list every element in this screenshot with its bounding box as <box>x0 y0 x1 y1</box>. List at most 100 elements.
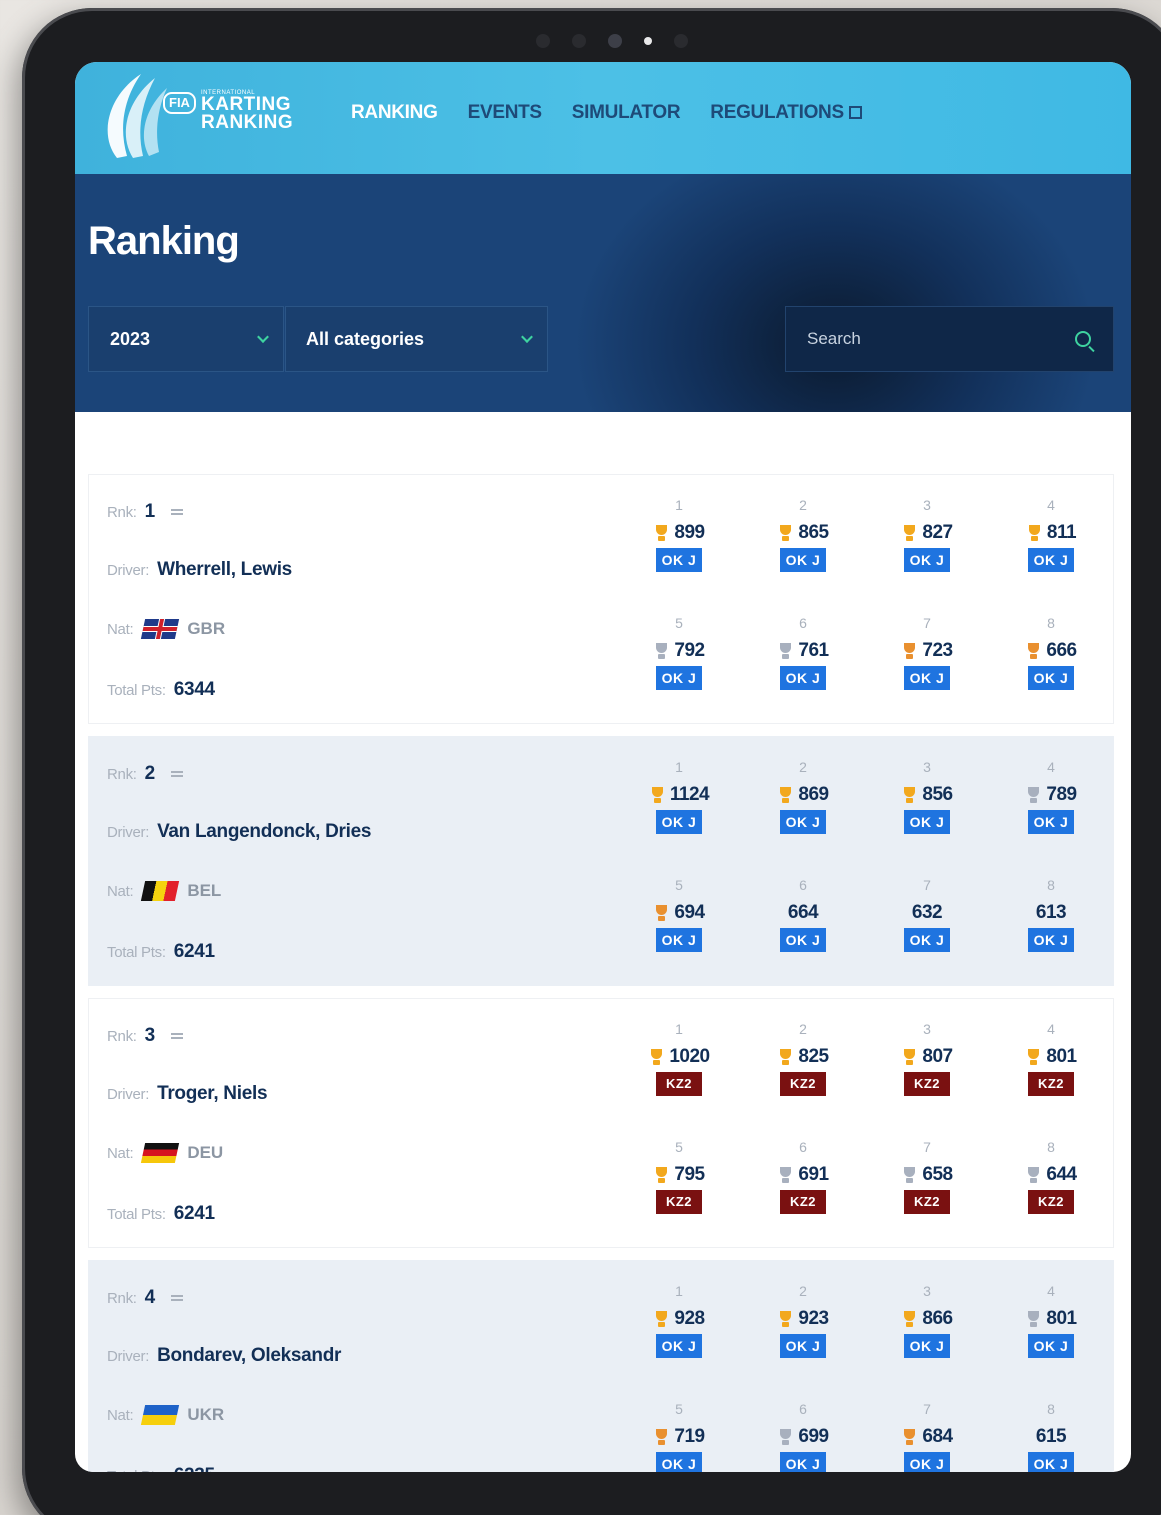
trophy-gold-icon <box>901 1048 918 1066</box>
result-points-value: 923 <box>798 1308 829 1329</box>
driver-card[interactable]: Rnk: 2 Driver: Van Langendonck, Dries Na… <box>88 736 1114 986</box>
trophy-gold-icon <box>901 1310 918 1328</box>
logo-line-ranking: RANKING <box>201 112 294 133</box>
search-input[interactable]: Search <box>785 306 1114 372</box>
trophy-silver-icon <box>1025 1166 1042 1184</box>
result-cell[interactable]: 3 807 KZ2 <box>865 1021 989 1115</box>
result-cell[interactable]: 6 664 OK J <box>741 877 865 971</box>
category-badge: OK J <box>656 928 702 952</box>
result-cell[interactable]: 3 856 OK J <box>865 759 989 853</box>
driver-card[interactable]: Rnk: 1 Driver: Wherrell, Lewis Nat: GBR … <box>88 474 1114 724</box>
category-select[interactable]: All categories <box>285 306 548 372</box>
result-cell[interactable]: 7 658 KZ2 <box>865 1139 989 1233</box>
nationality-code: BEL <box>187 881 222 900</box>
result-cell[interactable]: 7 632 OK J <box>865 877 989 971</box>
result-cell[interactable]: 1 899 OK J <box>617 497 741 591</box>
result-cell[interactable]: 6 699 OK J <box>741 1401 865 1472</box>
result-points-value: 1020 <box>669 1046 710 1067</box>
result-cell[interactable]: 5 694 OK J <box>617 877 741 971</box>
nationality-label: Nat: <box>107 882 134 900</box>
category-badge: OK J <box>904 666 950 690</box>
driver-name[interactable]: Bondarev, Oleksandr <box>157 1345 341 1367</box>
driver-card[interactable]: Rnk: 3 Driver: Troger, Niels Nat: DEU To… <box>88 998 1114 1248</box>
trophy-gold-icon <box>648 1048 665 1066</box>
result-cell[interactable]: 5 795 KZ2 <box>617 1139 741 1233</box>
nav-regulations[interactable]: REGULATIONS <box>710 102 862 124</box>
result-cell[interactable]: 8 613 OK J <box>989 877 1113 971</box>
result-cell[interactable]: 8 666 OK J <box>989 615 1113 709</box>
trophy-gold-icon <box>901 786 918 804</box>
result-cell[interactable]: 4 801 OK J <box>989 1283 1113 1377</box>
result-cell[interactable]: 2 923 OK J <box>741 1283 865 1377</box>
nav-events[interactable]: EVENTS <box>468 102 543 124</box>
result-index: 6 <box>799 615 807 631</box>
result-points: 691 <box>777 1163 829 1187</box>
result-cell[interactable]: 6 761 OK J <box>741 615 865 709</box>
total-points-value: 6235 <box>174 1465 215 1472</box>
result-cell[interactable]: 1 1124 OK J <box>617 759 741 853</box>
result-cell[interactable]: 4 801 KZ2 <box>989 1021 1113 1115</box>
nationality-row: Nat: BEL <box>107 881 221 901</box>
result-cell[interactable]: 2 869 OK J <box>741 759 865 853</box>
result-index: 7 <box>923 877 931 893</box>
result-points-value: 856 <box>922 784 953 805</box>
driver-label: Driver: <box>107 561 150 579</box>
trophy-gold-icon <box>649 786 666 804</box>
result-points: 928 <box>653 1307 705 1331</box>
sensor-icon <box>536 34 550 48</box>
result-cell[interactable]: 4 811 OK J <box>989 497 1113 591</box>
result-points-value: 666 <box>1046 640 1077 661</box>
driver-card[interactable]: Rnk: 4 Driver: Bondarev, Oleksandr Nat: … <box>88 1260 1114 1472</box>
position-unchanged-icon <box>170 509 183 515</box>
result-cell[interactable]: 8 644 KZ2 <box>989 1139 1113 1233</box>
result-cell[interactable]: 1 1020 KZ2 <box>617 1021 741 1115</box>
rank-value: 3 <box>144 1025 156 1046</box>
result-points-value: 761 <box>798 640 829 661</box>
result-index: 8 <box>1047 615 1055 631</box>
result-points-value: 899 <box>674 522 705 543</box>
nav-ranking[interactable]: RANKING <box>351 102 438 124</box>
result-cell[interactable]: 4 789 OK J <box>989 759 1113 853</box>
result-points: 801 <box>1025 1045 1077 1069</box>
result-index: 4 <box>1047 497 1055 513</box>
result-points-value: 866 <box>922 1308 953 1329</box>
total-points-row: Total Pts: 6344 <box>107 679 215 701</box>
result-points: 644 <box>1025 1163 1077 1187</box>
result-cell[interactable]: 5 792 OK J <box>617 615 741 709</box>
search-icon[interactable] <box>1075 331 1091 347</box>
result-cell[interactable]: 3 827 OK J <box>865 497 989 591</box>
category-badge: OK J <box>904 1452 950 1472</box>
category-badge: OK J <box>1028 666 1074 690</box>
total-points-row: Total Pts: 6241 <box>107 1203 215 1225</box>
result-points: 865 <box>777 521 829 545</box>
result-cell[interactable]: 6 691 KZ2 <box>741 1139 865 1233</box>
result-cell[interactable]: 1 928 OK J <box>617 1283 741 1377</box>
result-points: 807 <box>901 1045 953 1069</box>
nationality-label: Nat: <box>107 1144 134 1162</box>
driver-name[interactable]: Van Langendonck, Dries <box>157 821 371 843</box>
nationality-code: GBR <box>187 619 226 638</box>
result-cell[interactable]: 5 719 OK J <box>617 1401 741 1472</box>
driver-name[interactable]: Wherrell, Lewis <box>157 559 292 581</box>
result-cell[interactable]: 3 866 OK J <box>865 1283 989 1377</box>
result-points-value: 691 <box>798 1164 829 1185</box>
result-index: 5 <box>675 615 683 631</box>
driver-name[interactable]: Troger, Niels <box>157 1083 267 1105</box>
result-points: 615 <box>1036 1425 1067 1449</box>
result-cell[interactable]: 7 723 OK J <box>865 615 989 709</box>
result-cell[interactable]: 8 615 OK J <box>989 1401 1113 1472</box>
result-index: 4 <box>1047 759 1055 775</box>
category-badge: OK J <box>780 666 826 690</box>
nationality-label: Nat: <box>107 620 134 638</box>
result-cell[interactable]: 2 825 KZ2 <box>741 1021 865 1115</box>
result-cell[interactable]: 2 865 OK J <box>741 497 865 591</box>
result-cell[interactable]: 7 684 OK J <box>865 1401 989 1472</box>
flag-bel-icon <box>141 881 180 901</box>
fia-karting-logo[interactable]: FIA INTERNATIONAL KARTING RANKING <box>89 66 293 166</box>
year-select[interactable]: 2023 <box>88 306 284 372</box>
category-badge: OK J <box>1028 1334 1074 1358</box>
nav-simulator[interactable]: SIMULATOR <box>572 102 681 124</box>
trophy-gold-icon <box>653 524 670 542</box>
rank-row: Rnk: 4 <box>107 1287 183 1309</box>
chevron-down-icon <box>521 331 533 343</box>
